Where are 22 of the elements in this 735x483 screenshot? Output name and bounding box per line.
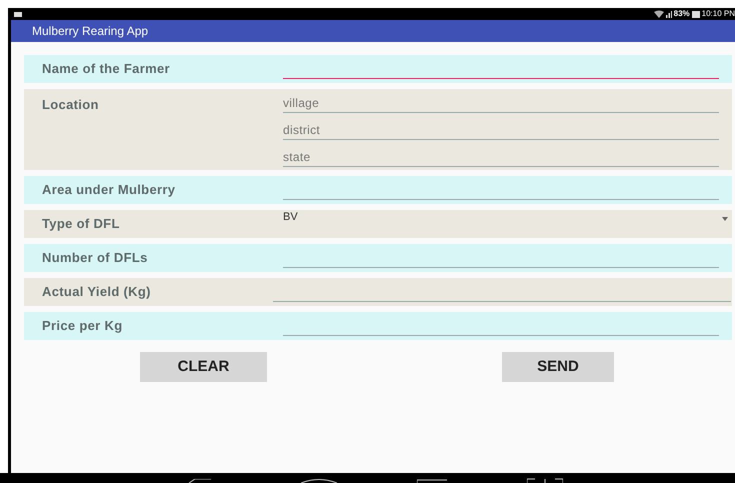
type-dropdown[interactable]: BV (283, 213, 732, 235)
caret-icon (722, 217, 728, 221)
input-field[interactable]: village (283, 93, 719, 113)
signal-icon (654, 10, 672, 18)
input-field[interactable]: state (283, 147, 719, 167)
clock: 10:10 PN (702, 8, 735, 20)
app-title: Mulberry Rearing App (32, 23, 148, 40)
battery-level: 83% (674, 8, 690, 20)
recents-icon (417, 479, 447, 483)
back-icon (187, 479, 211, 483)
input-field[interactable]: district (283, 120, 719, 140)
clear-button[interactable]: CLEAR (140, 352, 267, 382)
send-button[interactable]: SEND (502, 352, 614, 382)
field-label: Area under Mulberry (42, 181, 176, 200)
field-label: Actual Yield (Kg) (42, 283, 152, 302)
screenshot-icon (527, 478, 563, 483)
home-icon (301, 479, 337, 483)
field-label: Type of DFL (42, 215, 121, 234)
field-label: Location (42, 96, 100, 114)
field-label: Price per Kg (42, 317, 124, 336)
field-label: Name of the Farmer (42, 60, 171, 78)
field-label: Number of DFLs (42, 249, 149, 268)
